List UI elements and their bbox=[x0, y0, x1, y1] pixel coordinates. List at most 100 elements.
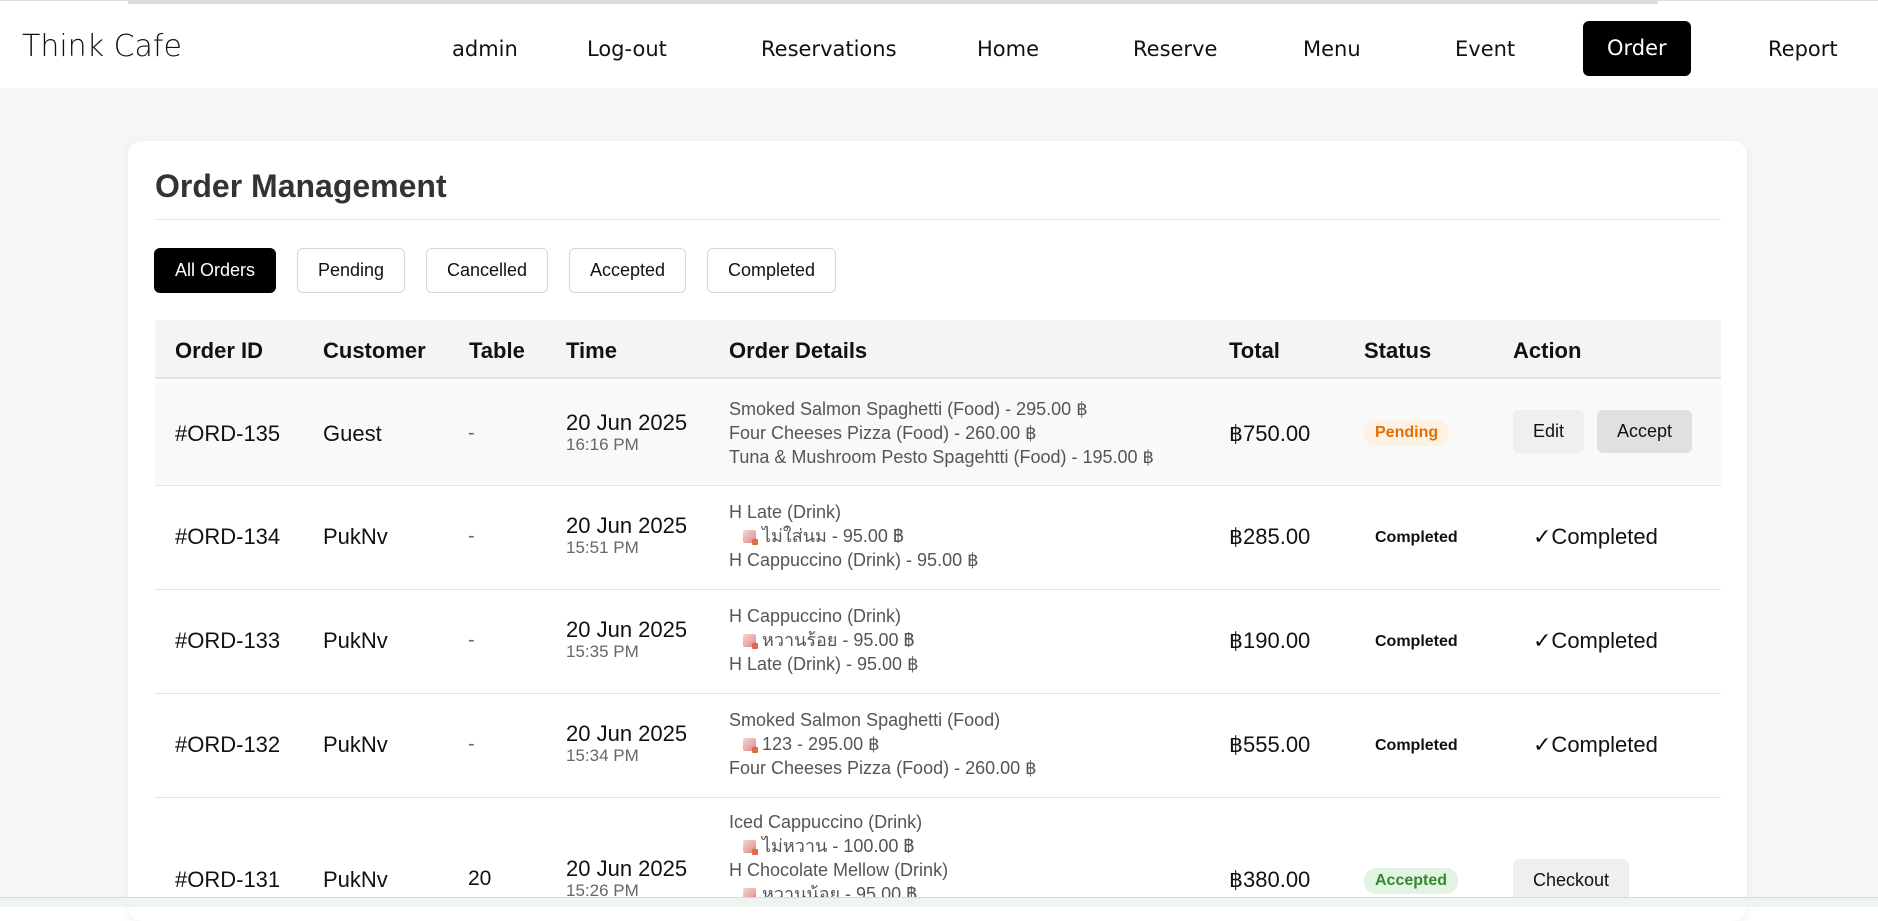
nav-report[interactable]: Report bbox=[1768, 37, 1838, 61]
header-action: Action bbox=[1513, 338, 1582, 363]
order-item: H Chocolate Mellow (Drink) bbox=[729, 860, 949, 880]
edit-button[interactable]: Edit bbox=[1513, 410, 1585, 453]
order-time: 16:16 PM bbox=[566, 435, 639, 454]
checkout-button[interactable]: Checkout bbox=[1513, 859, 1630, 897]
nav-reservations[interactable]: Reservations bbox=[761, 37, 897, 61]
order-item: Iced Cappuccino (Drink) bbox=[729, 812, 923, 832]
nav-logout[interactable]: Log-out bbox=[587, 37, 667, 61]
table-header: Order ID Customer Table Time Order Detai… bbox=[155, 320, 1721, 379]
header-order-details[interactable]: Order Details bbox=[729, 338, 867, 364]
header-customer[interactable]: Customer bbox=[323, 338, 426, 364]
header-time[interactable]: Time bbox=[566, 338, 617, 364]
nav-event[interactable]: Event bbox=[1455, 37, 1515, 61]
order-total: ฿285.00 bbox=[1229, 524, 1311, 549]
order-date: 20 Jun 2025 bbox=[566, 617, 688, 642]
table-number: - bbox=[468, 422, 475, 444]
order-item: H Late (Drink) bbox=[729, 502, 842, 522]
order-date: 20 Jun 2025 bbox=[566, 721, 688, 746]
order-total: ฿380.00 bbox=[1229, 867, 1311, 892]
order-item: H Cappuccino (Drink) bbox=[729, 606, 902, 626]
order-item-note: 123 - 295.00 ฿ bbox=[729, 732, 1037, 756]
customer-name: PukNv bbox=[323, 524, 388, 549]
order-time: 15:34 PM bbox=[566, 746, 639, 765]
note-text: ไม่ใส่นม bbox=[762, 526, 827, 546]
completed-label: ✓Completed bbox=[1533, 524, 1658, 549]
table-row[interactable]: #ORD-132 PukNv - 20 Jun 2025 15:34 PM Sm… bbox=[155, 695, 1721, 798]
note-price: - 95.00 ฿ bbox=[837, 630, 915, 650]
note-icon bbox=[743, 840, 758, 855]
completed-label: ✓Completed bbox=[1533, 628, 1658, 653]
order-id: #ORD-135 bbox=[175, 421, 281, 446]
customer-name: PukNv bbox=[323, 732, 388, 757]
order-total: ฿190.00 bbox=[1229, 628, 1311, 653]
filter-pending[interactable]: Pending bbox=[297, 248, 406, 293]
header-table[interactable]: Table bbox=[469, 338, 525, 364]
note-icon bbox=[743, 634, 758, 649]
table-row[interactable]: #ORD-131 PukNv 20 20 Jun 2025 15:26 PM I… bbox=[155, 799, 1721, 897]
note-price: - 95.00 ฿ bbox=[826, 526, 904, 546]
header-order-id[interactable]: Order ID bbox=[175, 338, 263, 364]
order-id: #ORD-134 bbox=[175, 524, 281, 549]
nav-menu[interactable]: Menu bbox=[1303, 37, 1361, 61]
filter-cancelled[interactable]: Cancelled bbox=[426, 248, 549, 293]
note-price: - 95.00 ฿ bbox=[840, 884, 918, 897]
order-item-note: หวานร้อย - 95.00 ฿ bbox=[729, 628, 919, 652]
header-status[interactable]: Status bbox=[1364, 338, 1431, 364]
status-badge: Completed bbox=[1375, 529, 1458, 546]
order-details: H Cappuccino (Drink) หวานร้อย - 95.00 ฿ … bbox=[729, 604, 919, 676]
order-item: Four Cheeses Pizza (Food) - 260.00 ฿ bbox=[729, 423, 1037, 443]
order-total: ฿555.00 bbox=[1229, 732, 1311, 757]
table-number: - bbox=[468, 733, 475, 755]
note-icon bbox=[743, 530, 758, 545]
nav-home[interactable]: Home bbox=[977, 37, 1039, 61]
nav-reserve[interactable]: Reserve bbox=[1133, 37, 1217, 61]
customer-name: PukNv bbox=[323, 867, 388, 892]
order-details: Smoked Salmon Spaghetti (Food) 123 - 295… bbox=[729, 708, 1037, 780]
note-price: - 295.00 ฿ bbox=[792, 734, 880, 754]
order-item: Smoked Salmon Spaghetti (Food) bbox=[729, 710, 1001, 730]
window-bottom-edge bbox=[0, 897, 1878, 907]
top-navbar: Think Cafe admin Log-out Reservations Ho… bbox=[0, 0, 1878, 88]
accept-button[interactable]: Accept bbox=[1597, 410, 1693, 453]
order-total: ฿750.00 bbox=[1229, 421, 1311, 446]
nav-admin[interactable]: admin bbox=[452, 37, 518, 61]
note-text: 123 bbox=[762, 734, 793, 754]
order-id: #ORD-132 bbox=[175, 732, 281, 757]
customer-name: PukNv bbox=[323, 628, 388, 653]
order-details: H Late (Drink) ไม่ใส่นม - 95.00 ฿ H Capp… bbox=[729, 500, 979, 572]
order-details: Smoked Salmon Spaghetti (Food) - 295.00 … bbox=[729, 397, 1154, 469]
order-details: Iced Cappuccino (Drink) ไม่หวาน - 100.00… bbox=[729, 810, 948, 897]
table-row[interactable]: #ORD-135 Guest - 20 Jun 2025 16:16 PM Sm… bbox=[155, 380, 1721, 486]
header-total[interactable]: Total bbox=[1229, 338, 1280, 364]
scroll-indicator bbox=[128, 1, 1658, 4]
table-row[interactable]: #ORD-134 PukNv - 20 Jun 2025 15:51 PM H … bbox=[155, 487, 1721, 590]
filter-accepted[interactable]: Accepted bbox=[569, 248, 687, 293]
order-item: H Cappuccino (Drink) - 95.00 ฿ bbox=[729, 550, 979, 570]
order-date: 20 Jun 2025 bbox=[566, 513, 688, 538]
title-divider bbox=[155, 219, 1721, 220]
order-item-note: ไม่ใส่นม - 95.00 ฿ bbox=[729, 524, 979, 548]
order-date: 20 Jun 2025 bbox=[566, 410, 688, 435]
order-time: 15:26 PM bbox=[566, 881, 639, 897]
note-text: หวานร้อย bbox=[762, 630, 838, 650]
order-id: #ORD-133 bbox=[175, 628, 281, 653]
note-text: ไม่หวาน bbox=[762, 836, 828, 856]
table-number: - bbox=[468, 629, 475, 651]
order-item-note: ไม่หวาน - 100.00 ฿ bbox=[729, 834, 948, 858]
status-badge: Completed bbox=[1375, 737, 1458, 754]
page-title: Order Management bbox=[155, 168, 447, 204]
order-time: 15:35 PM bbox=[566, 642, 639, 661]
order-time: 15:51 PM bbox=[566, 538, 639, 557]
order-item: Four Cheeses Pizza (Food) - 260.00 ฿ bbox=[729, 758, 1037, 778]
filter-all-orders[interactable]: All Orders bbox=[154, 248, 277, 293]
table-number: 20 bbox=[468, 867, 492, 890]
order-item: Tuna & Mushroom Pesto Spagehtti (Food) -… bbox=[729, 447, 1155, 467]
filter-completed[interactable]: Completed bbox=[707, 248, 837, 293]
table-row[interactable]: #ORD-133 PukNv - 20 Jun 2025 15:35 PM H … bbox=[155, 591, 1721, 694]
status-badge: Pending bbox=[1364, 420, 1450, 446]
customer-name: Guest bbox=[323, 421, 382, 446]
order-item-note: หวานน้อย - 95.00 ฿ bbox=[729, 882, 948, 897]
status-badge: Completed bbox=[1375, 633, 1458, 650]
brand-logo[interactable]: Think Cafe bbox=[22, 29, 182, 64]
nav-order[interactable]: Order bbox=[1583, 21, 1691, 76]
